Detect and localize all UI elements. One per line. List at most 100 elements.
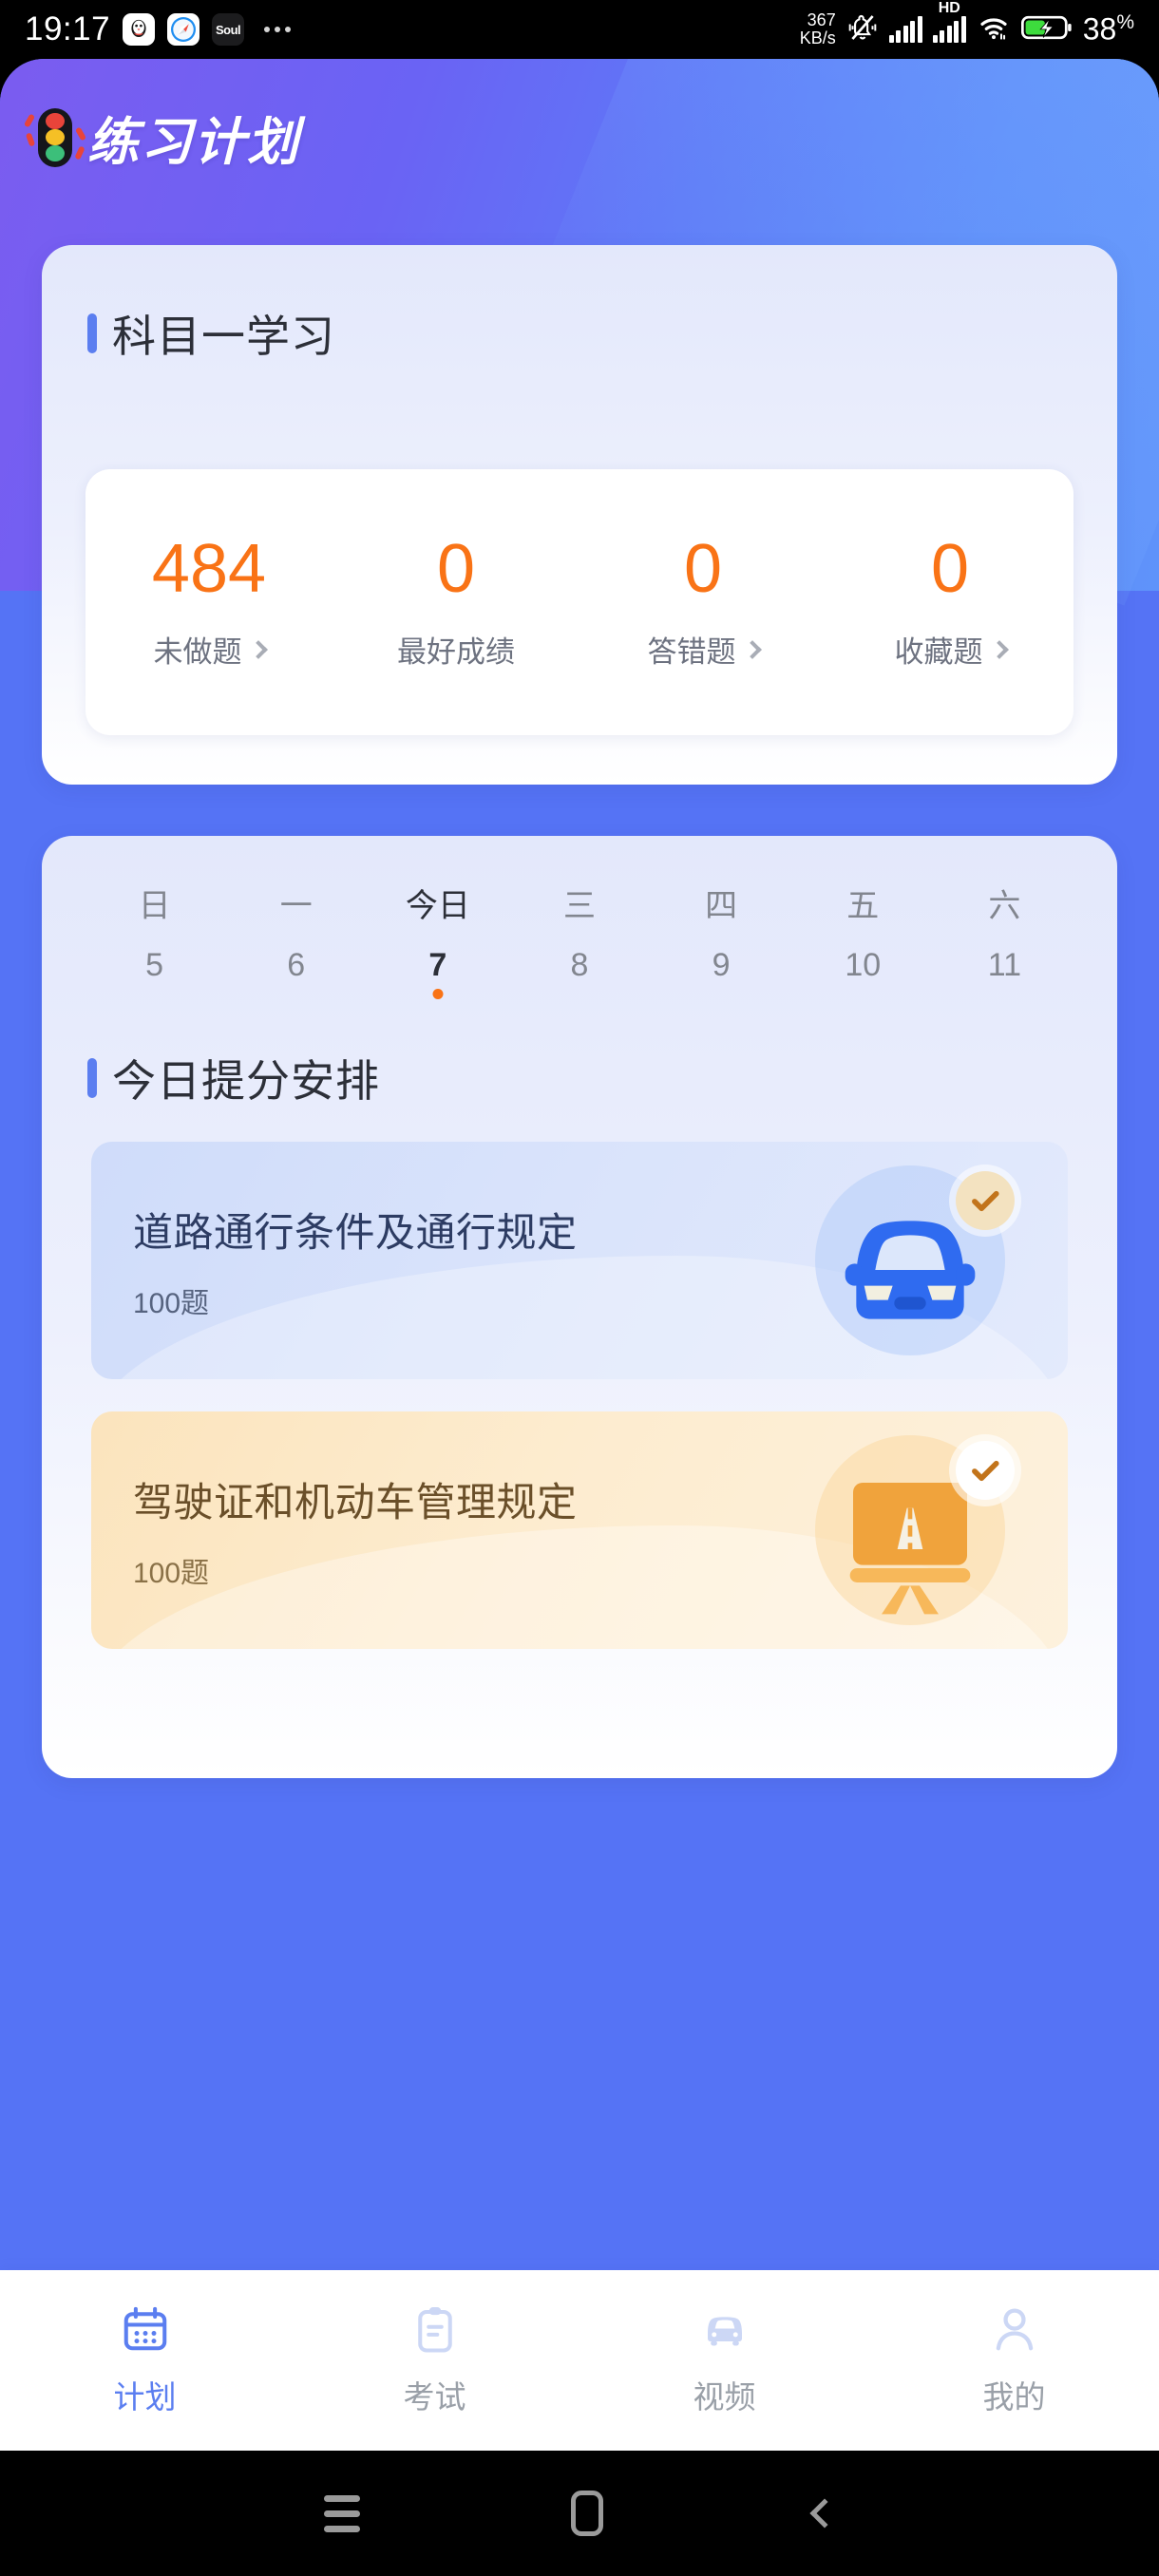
wifi-icon [977, 12, 1011, 47]
subject-study-card: 科目一学习 484 未做题 0 最好成绩 0 答错题 0 收藏题 [42, 245, 1117, 785]
soul-label: Soul [216, 22, 241, 37]
stat-value: 484 [151, 530, 267, 607]
phone-screen: 19:17 Soul 367 KB/s HD 38% 练习计划 科目一学习 48… [0, 0, 1159, 2576]
app-container: 练习计划 科目一学习 484 未做题 0 最好成绩 0 答错题 0 收藏题 日 … [0, 59, 1159, 2451]
stat-label-row: 最好成绩 [332, 628, 580, 671]
tab-profile[interactable]: 我的 [869, 2303, 1159, 2417]
week-day-5[interactable]: 五 [792, 880, 934, 947]
week-date-3[interactable]: 8 [508, 947, 650, 1001]
stat-value: 0 [930, 530, 970, 607]
home-icon[interactable] [571, 2491, 603, 2536]
week-date-1[interactable]: 6 [225, 947, 367, 1001]
task-question-count: 100题 [133, 1287, 210, 1319]
status-bar-left: 19:17 Soul [25, 10, 292, 48]
section-accent-bar [87, 1058, 97, 1098]
task-artwork [815, 1165, 1015, 1355]
bell-mute-icon [846, 11, 879, 48]
qq-icon [123, 13, 156, 46]
network-speed-value: 367 [807, 10, 836, 29]
task-artwork [815, 1435, 1015, 1625]
recents-icon[interactable] [324, 2487, 360, 2541]
task-card-road-rules[interactable]: 道路通行条件及通行规定 100题 [91, 1142, 1068, 1379]
clock: 19:17 [25, 10, 111, 47]
chevron-right-icon [248, 640, 268, 659]
more-apps-icon [264, 27, 292, 32]
chevron-right-icon [742, 640, 762, 659]
stat-label: 收藏题 [894, 635, 983, 669]
check-badge-icon [956, 1171, 1015, 1230]
stats-panel: 484 未做题 0 最好成绩 0 答错题 0 收藏题 [86, 469, 1074, 735]
week-date-today-text: 7 [428, 947, 447, 983]
section-title: 科目一学习 [112, 312, 335, 361]
hd-label: HD [938, 0, 960, 16]
stat-label: 答错题 [647, 635, 736, 669]
stat-value: 0 [436, 530, 476, 607]
tab-exam[interactable]: 考试 [290, 2303, 580, 2417]
battery-charging-icon [1020, 14, 1073, 46]
traffic-light-icon [23, 107, 87, 167]
stat-label: 最好成绩 [397, 635, 515, 669]
stat-label-row: 收藏题 [826, 628, 1074, 671]
week-date-5[interactable]: 10 [792, 947, 934, 1001]
safari-icon [167, 13, 200, 46]
stat-value: 0 [683, 530, 723, 607]
week-day-today[interactable]: 今日 [367, 880, 508, 947]
tab-plan[interactable]: 计划 [0, 2303, 290, 2417]
today-dot-indicator [432, 989, 444, 999]
tab-video[interactable]: 视频 [580, 2303, 869, 2417]
week-day-1[interactable]: 一 [225, 880, 367, 947]
calendar-icon [124, 2306, 166, 2351]
soul-icon: Soul [212, 13, 245, 46]
section-title: 今日提分安排 [112, 1056, 380, 1106]
task-question-count: 100题 [133, 1557, 210, 1589]
stat-label: 未做题 [153, 635, 242, 669]
person-icon [996, 2308, 1033, 2351]
task-title: 道路通行条件及通行规定 [133, 1209, 578, 1255]
week-day-0[interactable]: 日 [84, 880, 225, 947]
status-bar-right: 367 KB/s HD 38% [799, 0, 1134, 48]
task-text-group: 道路通行条件及通行规定 100题 [91, 1201, 578, 1321]
week-date-0[interactable]: 5 [84, 947, 225, 1001]
signal-bars-icon-2 [932, 16, 966, 43]
stat-label-row: 未做题 [86, 628, 332, 671]
battery-percent-value: 38 [1082, 11, 1117, 47]
car-icon [707, 2317, 742, 2346]
network-speed-unit: KB/s [799, 28, 836, 47]
week-day-4[interactable]: 四 [651, 880, 792, 947]
task-text-group: 驾驶证和机动车管理规定 100题 [91, 1470, 578, 1591]
clipboard-icon [417, 2307, 452, 2353]
bottom-tab-bar: 计划 考试 视频 我的 [0, 2270, 1159, 2451]
stat-favorites[interactable]: 0 收藏题 [826, 535, 1074, 671]
week-date-6[interactable]: 11 [934, 947, 1075, 1001]
status-bar: 19:17 Soul 367 KB/s HD 38% [0, 0, 1159, 59]
week-date-today[interactable]: 7 [367, 947, 508, 1001]
chevron-right-icon [989, 640, 1009, 659]
subject-study-header: 科目一学习 [87, 302, 1117, 365]
battery-percent: 38% [1083, 11, 1134, 47]
hd-signal-group: HD [932, 0, 966, 43]
today-plan-card: 日 一 今日 三 四 五 六 5 6 7 8 9 10 11 今日提分安排 道路… [42, 836, 1117, 1778]
task-title: 驾驶证和机动车管理规定 [133, 1479, 578, 1525]
back-icon[interactable] [809, 2498, 840, 2529]
check-badge-icon [956, 1441, 1015, 1500]
week-day-3[interactable]: 三 [508, 880, 650, 947]
stat-best-score[interactable]: 0 最好成绩 [332, 535, 580, 671]
stat-label-row: 答错题 [580, 628, 826, 671]
tab-label: 视频 [693, 2379, 756, 2415]
today-plan-header: 今日提分安排 [87, 1047, 1117, 1109]
section-accent-bar [87, 313, 97, 353]
android-navigation-bar [0, 2451, 1159, 2576]
signal-bars-icon [888, 16, 922, 43]
tab-label: 我的 [982, 2379, 1046, 2415]
app-header: 练习计划 [0, 59, 1159, 216]
tab-label: 考试 [403, 2379, 466, 2415]
page-title: 练习计划 [87, 100, 300, 175]
stat-wrong[interactable]: 0 答错题 [580, 535, 826, 671]
week-day-6[interactable]: 六 [934, 880, 1075, 947]
task-card-license-rules[interactable]: 驾驶证和机动车管理规定 100题 [91, 1411, 1068, 1649]
week-date-4[interactable]: 9 [651, 947, 792, 1001]
battery-percent-sign: % [1116, 11, 1134, 34]
stat-unanswered[interactable]: 484 未做题 [86, 535, 332, 671]
week-strip: 日 一 今日 三 四 五 六 5 6 7 8 9 10 11 [84, 880, 1075, 1001]
page-title-text: 练习计划 [87, 114, 300, 171]
